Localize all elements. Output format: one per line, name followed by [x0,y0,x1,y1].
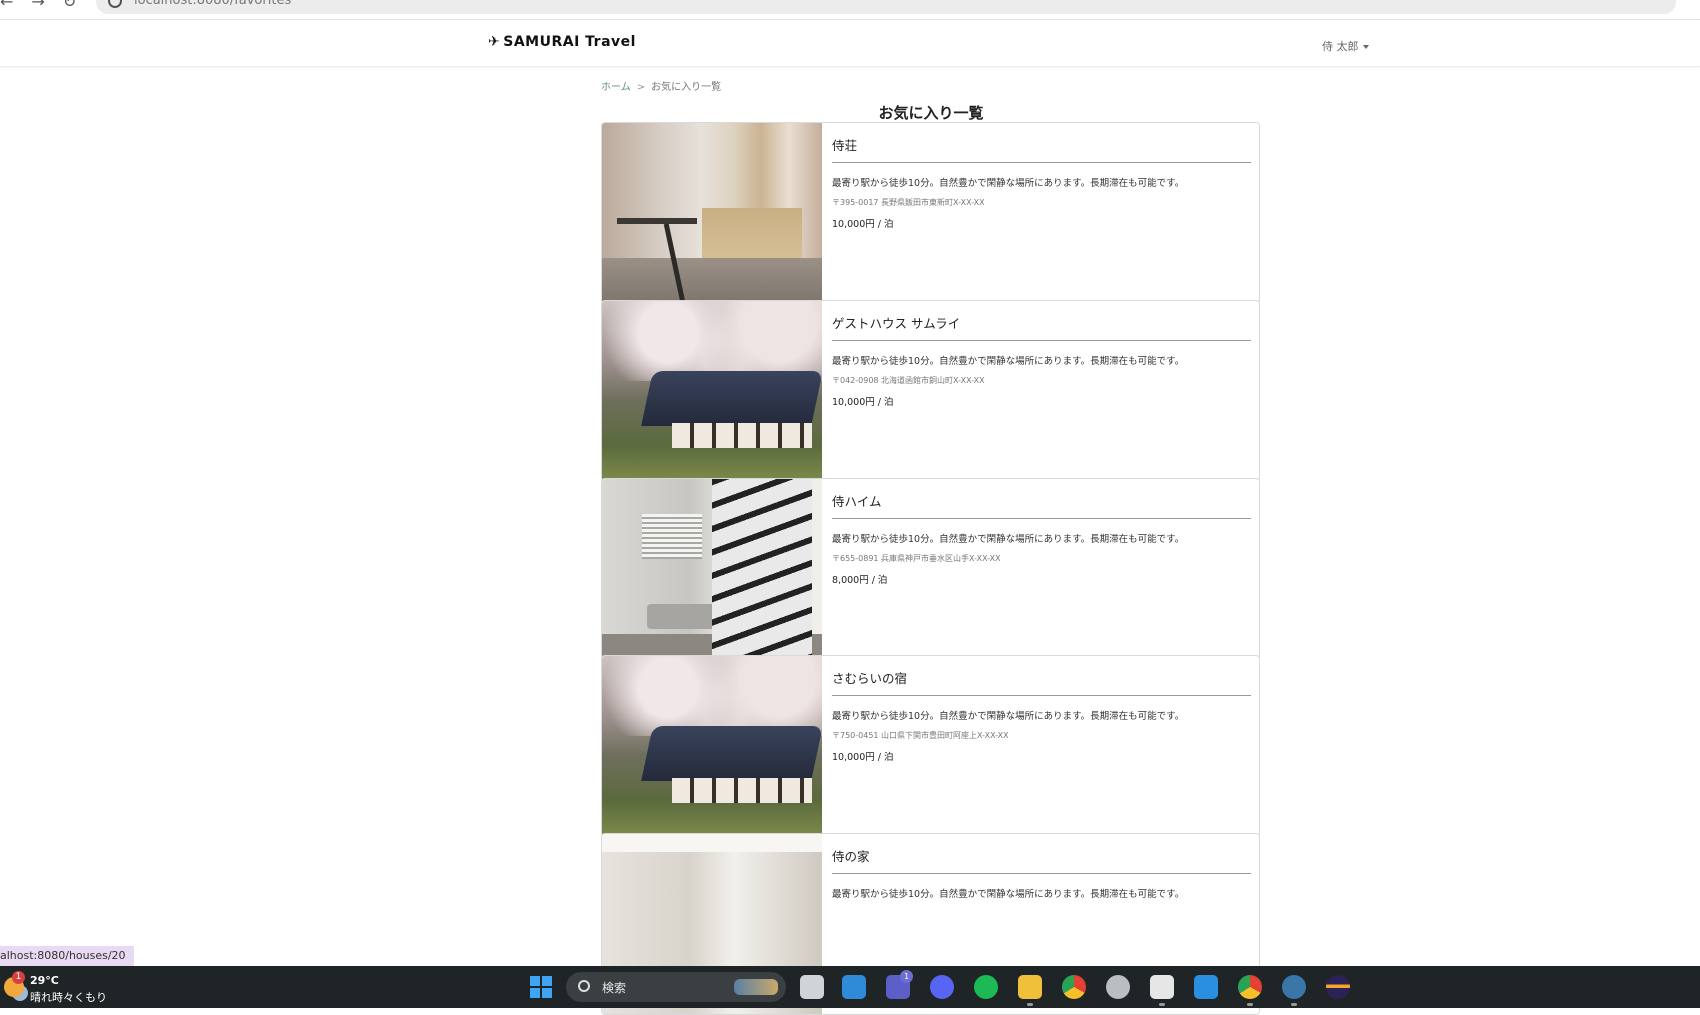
house-description: 最寄り駅から徒歩10分。自然豊かで閑静な場所にあります。長期滞在も可能です。 [832,534,1185,545]
brand-name: SAMURAI Travel [503,34,636,50]
eclipse-icon[interactable] [1326,975,1350,999]
steam-icon[interactable] [1282,975,1306,1006]
house-description: 最寄り駅から徒歩10分。自然豊かで閑静な場所にあります。長期滞在も可能です。 [832,711,1185,722]
address-bar[interactable]: localhost:8080/favorites [96,0,1676,14]
house-address: 〒395-0017 長野県飯田市東新町X-XX-XX [832,198,985,207]
search-label: 検索 [602,981,627,995]
page-title: お気に入り一覧 [878,104,984,122]
favorite-card[interactable]: 侍荘 最寄り駅から徒歩10分。自然豊かで閑静な場所にあります。長期滞在も可能です… [601,122,1260,304]
site-info-icon[interactable] [108,0,122,8]
favorite-card[interactable]: ゲストハウス サムライ 最寄り駅から徒歩10分。自然豊かで閑静な場所にあります。… [601,300,1260,482]
chrome-icon[interactable] [1062,975,1086,999]
weather-widget[interactable]: 1 29°C 晴れ時々くもり [4,971,124,1005]
taskbar: 1 29°C 晴れ時々くもり 検索 1 [0,966,1700,1008]
breadcrumb: ホーム > お気に入り一覧 [601,78,721,93]
search-icon [578,980,590,992]
house-name: さむらいの宿 [832,668,1251,696]
brand-logo[interactable]: ✈ SAMURAI Travel [488,34,636,50]
teams-badge: 1 [900,970,913,983]
house-photo[interactable] [602,301,823,481]
browser-nav: ← → ↻ [0,0,94,11]
weather-badge: 1 [12,971,25,984]
house-name: ゲストハウス サムライ [832,313,1251,341]
house-address: 〒042-0908 北海道函館市銅山町X-XX-XX [832,376,985,385]
search-highlight-icon [734,979,778,995]
caret-down-icon [1362,45,1369,49]
house-price: 10,000円 / 泊 [832,397,894,408]
discord-icon[interactable] [930,975,954,999]
house-price: 10,000円 / 泊 [832,219,894,230]
favorite-card[interactable]: さむらいの宿 最寄り駅から徒歩10分。自然豊かで閑静な場所にあります。長期滞在も… [601,655,1260,837]
app-icon[interactable] [1106,975,1130,999]
reload-icon[interactable]: ↻ [63,0,76,11]
breadcrumb-current: お気に入り一覧 [651,82,722,93]
house-name: 侍ハイム [832,491,1251,519]
address-bar-text: localhost:8080/favorites [134,0,292,8]
house-price: 8,000円 / 泊 [832,575,888,586]
house-address: 〒750-0451 山口県下関市豊田町阿座上X-XX-XX [832,731,1009,740]
house-name: 侍荘 [832,135,1251,163]
house-address: 〒655-0891 兵庫県神戸市垂水区山手X-XX-XX [832,554,1001,563]
mail-icon[interactable] [1150,975,1174,1006]
back-icon[interactable]: ← [0,0,13,11]
house-description: 最寄り駅から徒歩10分。自然豊かで閑静な場所にあります。長期滞在も可能です。 [832,178,1185,189]
user-menu-dropdown[interactable]: 侍 太郎 [1322,38,1369,54]
breadcrumb-home-link[interactable]: ホーム [601,82,631,93]
airplane-icon: ✈ [488,34,501,50]
house-price: 10,000円 / 泊 [832,752,894,763]
teams-icon[interactable]: 1 [886,970,913,999]
store-icon[interactable] [842,975,866,999]
task-view-icon[interactable] [800,975,824,999]
status-bar-link: alhost:8080/houses/20 [0,946,134,966]
spotify-icon[interactable] [974,975,998,999]
user-name: 侍 太郎 [1322,40,1359,53]
vscode-icon[interactable] [1194,975,1218,999]
app-header: ✈ SAMURAI Travel 侍 太郎 [0,21,1700,67]
weather-condition: 晴れ時々くもり [30,991,107,1004]
house-description: 最寄り駅から徒歩10分。自然豊かで閑静な場所にあります。長期滞在も可能です。 [832,889,1185,900]
weather-temp: 29°C [30,974,59,987]
browser-toolbar: ← → ↻ localhost:8080/favorites [0,0,1700,20]
house-description: 最寄り駅から徒歩10分。自然豊かで閑静な場所にあります。長期滞在も可能です。 [832,356,1185,367]
forward-icon[interactable]: → [31,0,44,11]
house-photo[interactable] [602,479,822,659]
start-icon[interactable] [530,976,552,998]
favorite-card[interactable]: 侍ハイム 最寄り駅から徒歩10分。自然豊かで閑静な場所にあります。長期滞在も可能… [601,478,1260,660]
file-explorer-icon[interactable] [1018,975,1042,1006]
taskbar-search[interactable]: 検索 [566,972,786,1002]
breadcrumb-separator: > [636,82,646,93]
house-photo[interactable] [602,123,822,303]
chrome-profile-icon[interactable] [1238,975,1262,1006]
house-photo[interactable] [602,656,823,836]
house-name: 侍の家 [832,846,1251,874]
